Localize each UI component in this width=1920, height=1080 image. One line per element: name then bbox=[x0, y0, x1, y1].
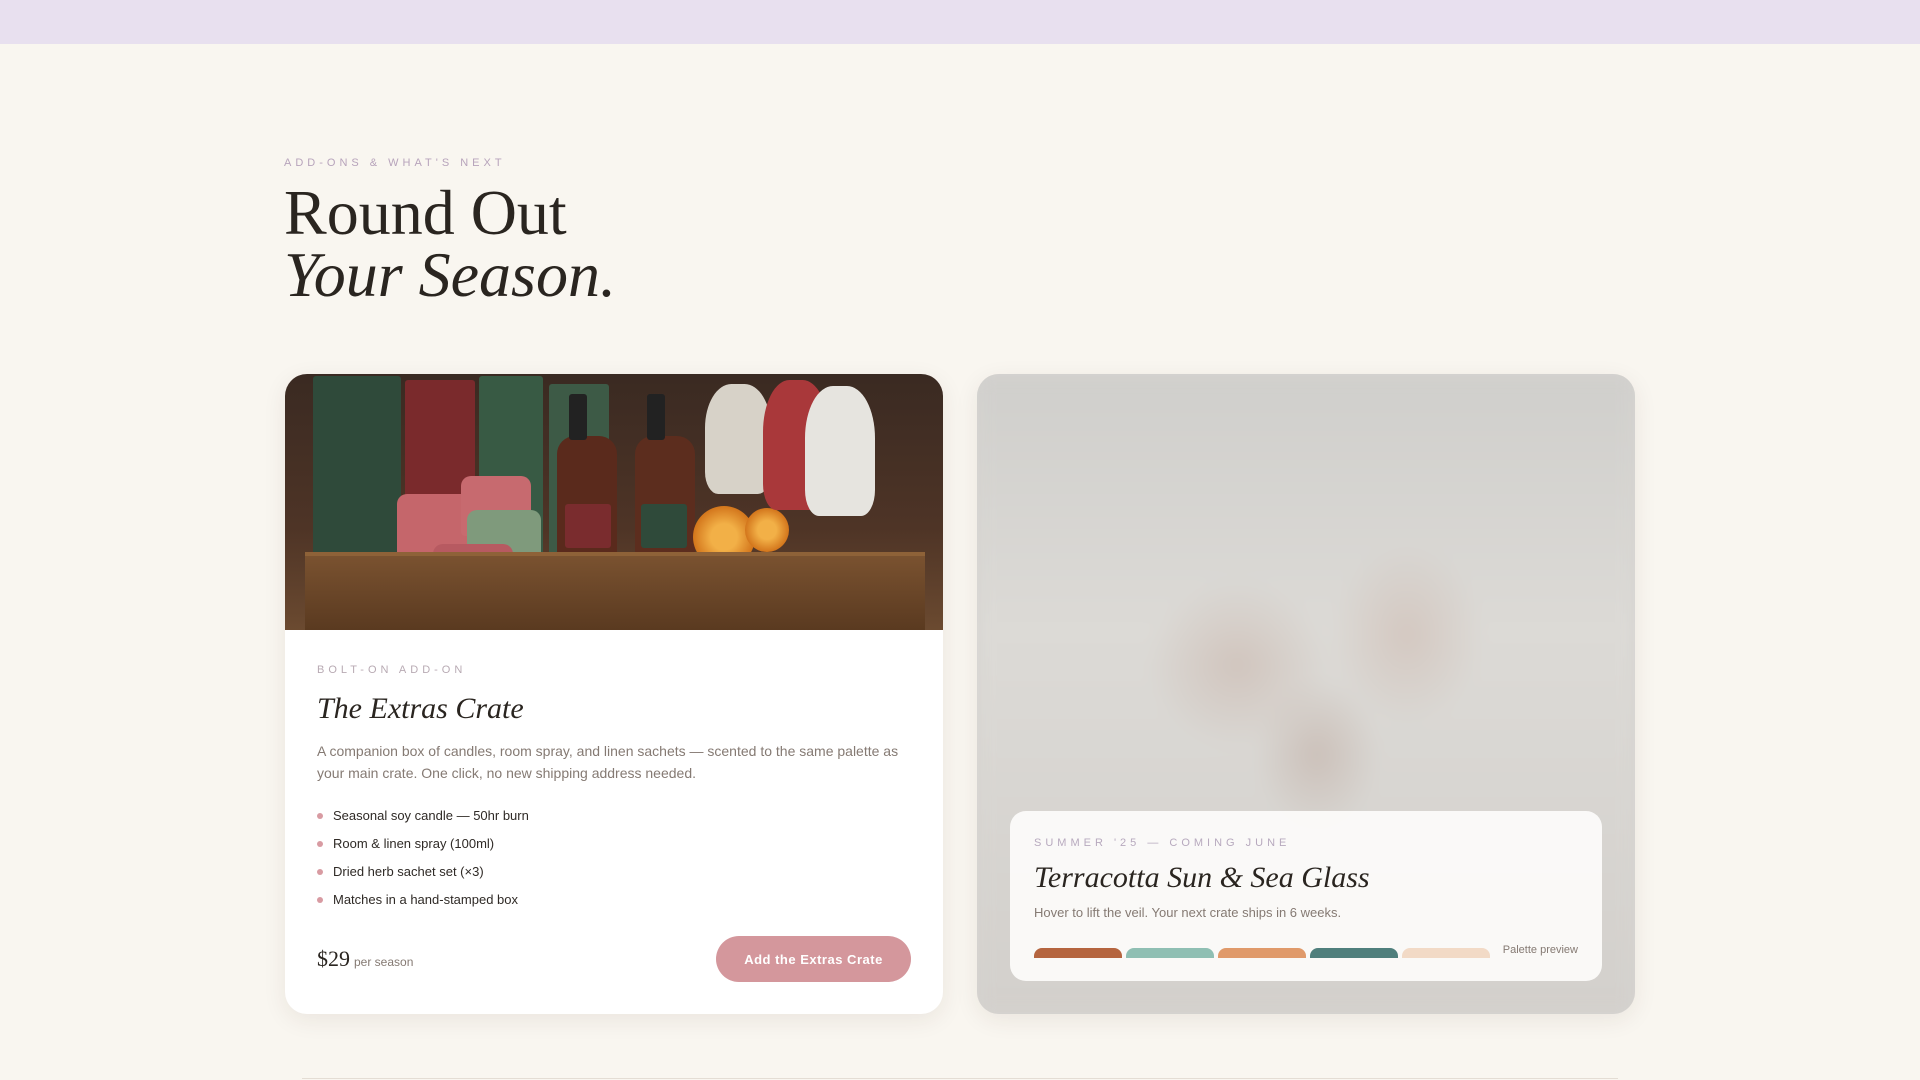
feature-item: Matches in a hand-stamped box bbox=[317, 890, 911, 918]
next-crate-tag: SUMMER '25 — COMING JUNE bbox=[1034, 837, 1291, 849]
feature-text: Matches in a hand-stamped box bbox=[333, 892, 518, 907]
palette-swatch bbox=[1402, 948, 1490, 958]
add-extras-crate-button[interactable]: Add the Extras Crate bbox=[716, 936, 911, 982]
extras-title: The Extras Crate bbox=[317, 692, 524, 725]
bullet-icon bbox=[317, 841, 323, 847]
feature-item: Seasonal soy candle — 50hr burn bbox=[317, 806, 911, 834]
feature-item: Room & linen spray (100ml) bbox=[317, 834, 911, 862]
palette-swatch bbox=[1034, 948, 1122, 958]
extras-crate-card: BOLT-ON ADD-ON The Extras Crate A compan… bbox=[285, 374, 943, 1014]
extras-price: $29 per season bbox=[317, 946, 413, 972]
feature-text: Dried herb sachet set (×3) bbox=[333, 864, 484, 879]
heading-line-1: Round Out bbox=[284, 177, 567, 248]
bullet-icon bbox=[317, 869, 323, 875]
next-crate-card[interactable]: SUMMER '25 — COMING JUNE Terracotta Sun … bbox=[977, 374, 1635, 1014]
next-crate-info-panel: SUMMER '25 — COMING JUNE Terracotta Sun … bbox=[1010, 811, 1602, 981]
section-eyebrow: ADD-ONS & WHAT'S NEXT bbox=[284, 157, 506, 169]
palette-label: Palette preview bbox=[1502, 944, 1578, 956]
top-banner bbox=[0, 0, 1920, 44]
extras-feature-list: Seasonal soy candle — 50hr burn Room & l… bbox=[317, 806, 911, 918]
price-unit: per season bbox=[354, 955, 414, 969]
feature-item: Dried herb sachet set (×3) bbox=[317, 862, 911, 890]
extras-tag: BOLT-ON ADD-ON bbox=[317, 664, 467, 676]
palette-preview: Palette preview bbox=[1034, 944, 1578, 964]
price-value: $29 bbox=[317, 946, 350, 971]
extras-price-row: $29 per season Add the Extras Crate bbox=[317, 936, 911, 982]
next-crate-description: Hover to lift the veil. Your next crate … bbox=[1034, 905, 1342, 920]
extras-crate-photo bbox=[285, 374, 943, 630]
palette-swatch bbox=[1218, 948, 1306, 958]
wooden-crate bbox=[305, 552, 925, 630]
bullet-icon bbox=[317, 813, 323, 819]
extras-description: A companion box of candles, room spray, … bbox=[317, 743, 899, 781]
bullet-icon bbox=[317, 897, 323, 903]
feature-text: Seasonal soy candle — 50hr burn bbox=[333, 808, 529, 823]
section-heading: Round Out Your Season. bbox=[284, 177, 616, 310]
palette-swatch bbox=[1126, 948, 1214, 958]
heading-line-2: Your Season. bbox=[284, 239, 616, 310]
palette-swatch bbox=[1310, 948, 1398, 958]
feature-text: Room & linen spray (100ml) bbox=[333, 836, 495, 851]
section-divider bbox=[302, 1078, 1618, 1079]
next-crate-title: Terracotta Sun & Sea Glass bbox=[1034, 861, 1370, 894]
extras-card-body: BOLT-ON ADD-ON The Extras Crate A compan… bbox=[317, 664, 911, 918]
